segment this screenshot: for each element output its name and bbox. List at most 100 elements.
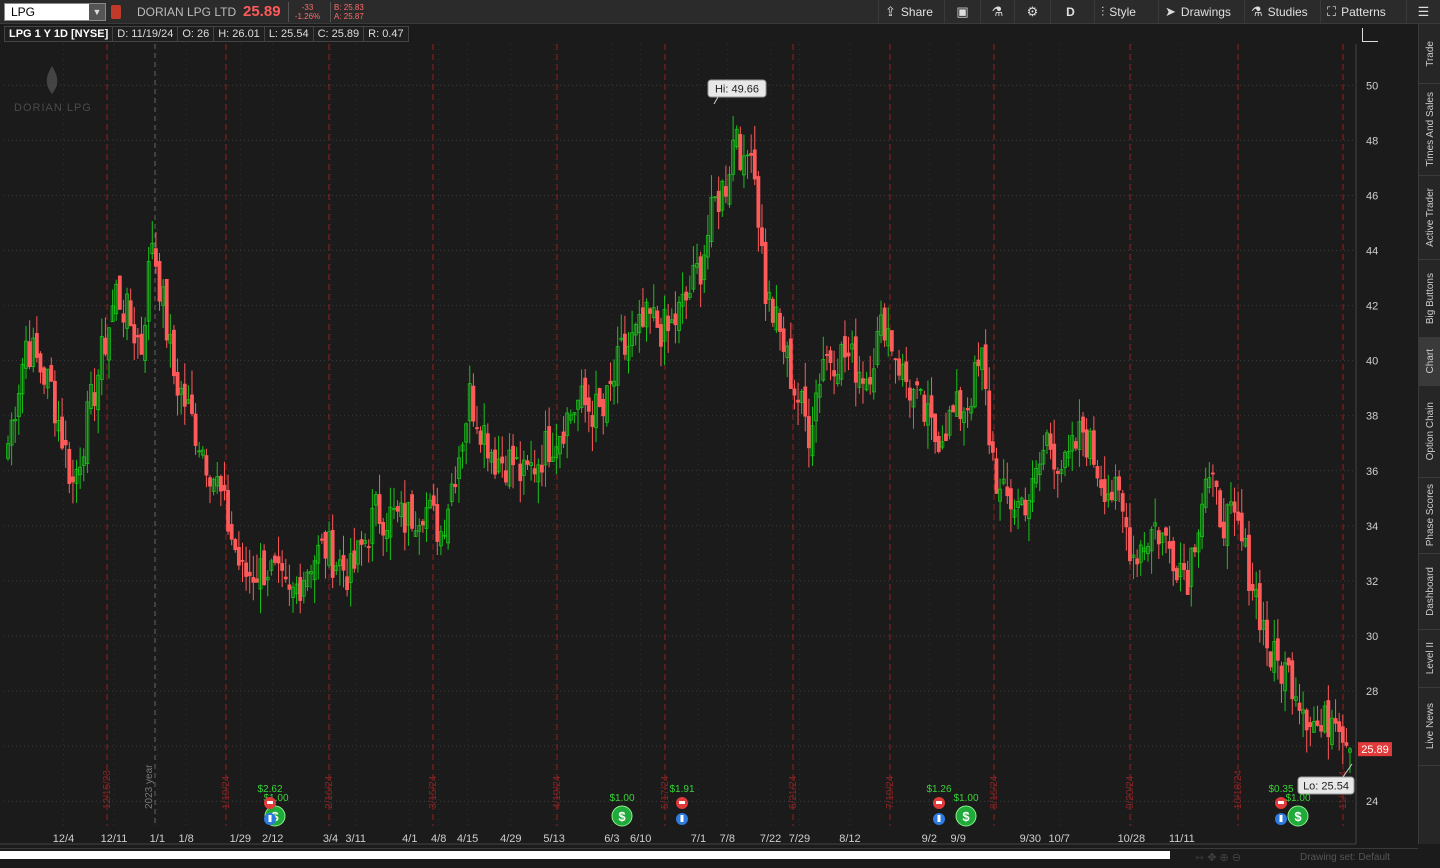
aggregation-button[interactable]: D (1050, 0, 1090, 24)
candle (298, 563, 303, 614)
candle (1247, 520, 1251, 606)
candle (1185, 560, 1190, 596)
candle (135, 327, 140, 359)
candle (56, 400, 61, 442)
side-tab-option-chain[interactable]: Option Chain (1419, 386, 1440, 478)
candle (817, 373, 822, 414)
time-tick-label: 11/11 (1169, 833, 1195, 845)
candle (976, 342, 981, 377)
candle (258, 543, 263, 614)
side-tab-times-and-sales[interactable]: Times And Sales (1419, 84, 1440, 176)
candle (673, 291, 678, 344)
candle (1243, 528, 1248, 548)
price-tick-label: 24 (1366, 796, 1378, 808)
earnings-icon (264, 797, 276, 809)
candle (944, 412, 948, 442)
drawings-button[interactable]: ➤ Drawings (1158, 0, 1237, 24)
candle (1052, 419, 1057, 490)
candle (1138, 540, 1143, 576)
candle (38, 351, 43, 384)
expiration-date-label: 12/15/23 (102, 770, 113, 809)
candle (1041, 435, 1046, 471)
candle (265, 570, 270, 597)
style-button[interactable]: ⫶ Style (1094, 0, 1142, 24)
candle (871, 348, 876, 400)
patterns-button[interactable]: ⛶ Patterns (1320, 0, 1392, 24)
time-tick-label: 5/13 (543, 833, 564, 845)
candle (904, 346, 909, 399)
candle (413, 511, 418, 537)
time-tick-label: 7/29 (789, 833, 810, 845)
candle (655, 305, 660, 328)
candle (1254, 571, 1259, 620)
candle (319, 533, 324, 544)
side-tab-big-buttons[interactable]: Big Buttons (1419, 260, 1440, 338)
symbol-input[interactable]: LPG ▼ (4, 3, 106, 21)
candle (1236, 491, 1241, 525)
price-tick-label: 44 (1366, 246, 1378, 258)
time-tick-label: 9/9 (951, 833, 966, 845)
candle (222, 461, 227, 501)
price-tick-label: 46 (1366, 190, 1378, 202)
candle (52, 370, 57, 437)
candle (287, 564, 292, 606)
side-tab-live-news[interactable]: Live News (1419, 688, 1440, 766)
side-tab-dashboard[interactable]: Dashboard (1419, 554, 1440, 630)
share-icon: ⇪ (885, 4, 896, 19)
candle (485, 423, 490, 472)
candle (139, 316, 144, 355)
candle (16, 384, 21, 435)
price-chart[interactable]: 2023 year 12/15/23 1/19/24 2/16/24 3/15/24 4… (0, 44, 1418, 868)
zoom-controls[interactable]: ⇿ ✥ ⊕ ⊖ (1195, 851, 1241, 864)
candle (330, 514, 335, 589)
studies-lab-button[interactable]: ⚗ (980, 0, 1014, 24)
side-tab-phase-scores[interactable]: Phase Scores (1419, 478, 1440, 554)
time-tick-label: 6/10 (630, 833, 651, 845)
share-label: Share (900, 5, 933, 19)
snapshot-button[interactable]: ▣ (944, 0, 980, 24)
side-tab-trade[interactable]: Trade (1419, 24, 1440, 84)
side-tab-chart[interactable]: Chart (1419, 338, 1440, 386)
candle (280, 550, 285, 588)
candle (215, 461, 220, 495)
candle (1340, 714, 1345, 765)
candle (915, 377, 919, 400)
cursor-arrow-icon: ➤ (1165, 4, 1176, 19)
candle (1124, 503, 1129, 551)
time-tick-label: 7/8 (720, 833, 735, 845)
settings-button[interactable]: ⚙ (1014, 0, 1050, 24)
drawing-set-label[interactable]: Drawing set: Default (1300, 852, 1390, 863)
candle (630, 310, 635, 358)
side-tab-level-ii[interactable]: Level II (1419, 630, 1440, 688)
candle (301, 571, 306, 604)
link-group-icon[interactable] (111, 5, 121, 19)
studies-button[interactable]: ⚗ Studies (1244, 0, 1314, 24)
side-tab-active-trader[interactable]: Active Trader (1419, 176, 1440, 260)
scale-settings-icon[interactable] (1362, 28, 1378, 42)
hamburger-menu-icon: ☰ (1417, 4, 1430, 19)
candle (1055, 467, 1060, 498)
candle (125, 287, 129, 341)
style-label: Style (1109, 5, 1136, 19)
candle (1174, 565, 1179, 584)
candle (27, 320, 32, 370)
price-tick-label: 28 (1366, 686, 1378, 698)
candle (612, 359, 616, 405)
chevron-down-icon[interactable]: ▼ (89, 4, 105, 20)
time-tick-label: 3/11 (345, 833, 366, 845)
candle (233, 537, 238, 553)
candle (323, 530, 328, 579)
menu-button[interactable]: ☰ (1406, 0, 1440, 24)
aggregation-label: D (1066, 5, 1075, 19)
candle (24, 325, 28, 379)
share-button[interactable]: ⇪ Share (878, 0, 939, 24)
horizontal-scrollbar[interactable] (0, 851, 1170, 859)
chart-title[interactable]: LPG 1 Y 1D [NYSE] (4, 26, 114, 42)
watermark: DORIAN LPG (14, 66, 91, 114)
candle (561, 416, 566, 449)
candle (615, 326, 620, 404)
candle (85, 390, 90, 474)
candle (1081, 411, 1085, 457)
candle (154, 231, 158, 274)
price-tick-label: 36 (1366, 466, 1378, 478)
